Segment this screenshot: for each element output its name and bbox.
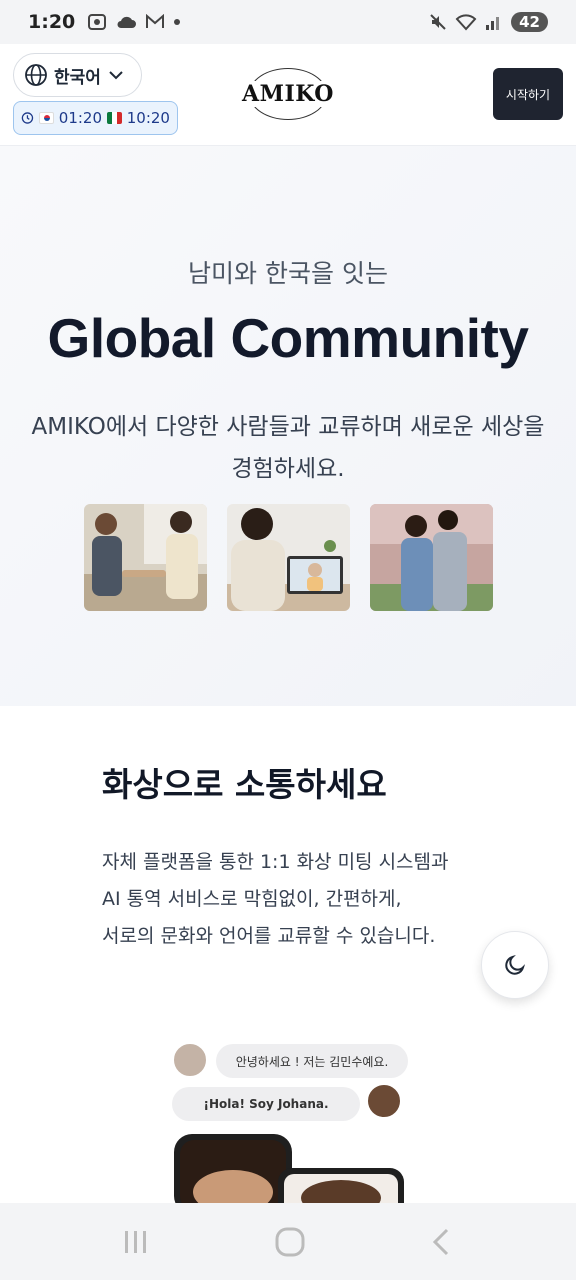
chat-bubble-korean: 안녕하세요 ! 저는 김민수예요. (216, 1044, 408, 1078)
description-line: 서로의 문화와 언어를 교류할 수 있습니다. (102, 925, 436, 947)
chevron-down-icon (109, 71, 123, 80)
theme-toggle-button[interactable] (481, 931, 549, 999)
mexico-flag-icon (107, 112, 122, 124)
logo-text: AMIKO (240, 81, 336, 107)
system-nav-bar (0, 1203, 576, 1280)
photo-video-call (227, 504, 350, 611)
hero-description: AMIKO에서 다양한 사람들과 교류하며 새로운 세상을 경험하세요. (31, 414, 545, 482)
recent-apps-icon[interactable] (121, 1228, 151, 1256)
battery-level: 42 (511, 12, 548, 32)
mail-icon (146, 14, 165, 28)
status-notification-icons (87, 13, 181, 31)
status-time: 1:20 (28, 11, 76, 33)
korea-flag-icon (38, 112, 54, 124)
clock-icon (21, 112, 34, 124)
language-selector[interactable]: 한국어 (13, 53, 142, 97)
status-bar: 1:20 42 (0, 0, 576, 44)
chat-bubble-spanish: ¡Hola! Soy Johana. (172, 1087, 360, 1121)
mute-icon (430, 14, 446, 30)
photo-friends (370, 504, 493, 611)
hero-photos (84, 504, 493, 611)
language-label: 한국어 (54, 67, 101, 88)
amiko-logo[interactable]: AMIKO (238, 64, 338, 124)
phone-illustration (174, 1134, 404, 1203)
globe-icon (25, 64, 47, 86)
moon-icon (505, 954, 526, 975)
signal-icon (486, 17, 500, 30)
start-button[interactable]: 시작하기 (493, 68, 563, 120)
photo-handshake (84, 504, 207, 611)
dot-icon (174, 19, 181, 25)
video-call-section: 화상으로 소통하세요 자체 플랫폼을 통한 1:1 화상 미팅 시스템과 AI … (0, 706, 576, 1203)
description-line: AI 통역 서비스로 막힘없이, 간편하게, (102, 888, 402, 910)
hero-subtitle: 남미와 한국을 잇는 (188, 259, 388, 288)
korea-time: 01:20 (58, 109, 103, 127)
avatar-minsu (172, 1042, 208, 1078)
mexico-time: 10:20 (126, 109, 170, 127)
cloud-icon (117, 16, 137, 28)
description-line: 자체 플랫폼을 통한 1:1 화상 미팅 시스템과 (102, 851, 449, 873)
section-title: 화상으로 소통하세요 (102, 765, 387, 804)
status-system-icons: 42 (429, 12, 548, 32)
hero-section: 남미와 한국을 잇는 Global Community AMIKO에서 다양한 … (0, 146, 576, 706)
hero-title: Global Community (47, 307, 529, 369)
screenshot-icon (88, 14, 107, 30)
home-icon[interactable] (274, 1226, 306, 1258)
timezone-badge: 01:20 10:20 (13, 101, 178, 135)
wifi-icon (455, 14, 477, 31)
avatar-johana (366, 1083, 402, 1119)
chat-illustration: 안녕하세요 ! 저는 김민수예요. ¡Hola! Soy Johana. (170, 1040, 415, 1203)
section-description: 자체 플랫폼을 통한 1:1 화상 미팅 시스템과 AI 통역 서비스로 막힘없… (102, 844, 522, 955)
back-icon[interactable] (429, 1227, 455, 1257)
app-header: 한국어 01:20 10:20 AMIKO 시작하기 (0, 44, 576, 146)
